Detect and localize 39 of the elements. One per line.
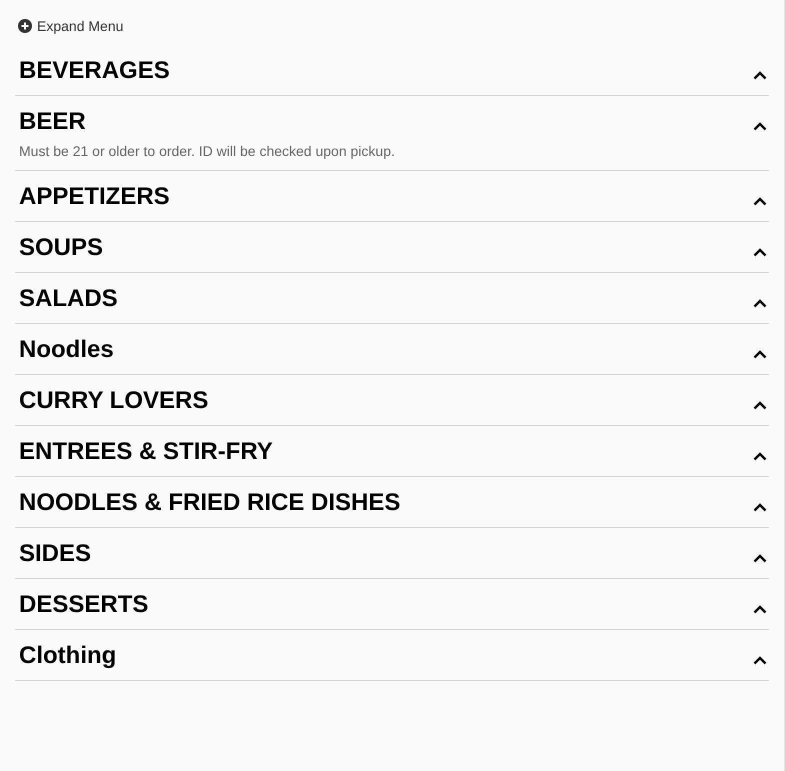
category-header[interactable]: BEER xyxy=(15,108,769,136)
chevron-up-icon xyxy=(753,70,767,80)
category-header[interactable]: SALADS xyxy=(15,285,769,313)
category-header[interactable]: ENTREES & STIR-FRY xyxy=(15,438,769,466)
chevron-up-icon xyxy=(753,452,767,460)
category-header[interactable]: Noodles xyxy=(15,336,769,364)
chevron-up-icon xyxy=(753,350,767,358)
category-title: Clothing xyxy=(19,642,116,670)
category-title: Noodles xyxy=(19,336,114,364)
category-header[interactable]: DESSERTS xyxy=(15,591,769,619)
category-title: APPETIZERS xyxy=(19,183,170,211)
chevron-up-icon xyxy=(753,604,767,614)
chevron-up-icon xyxy=(753,554,767,562)
category-title: SOUPS xyxy=(19,234,104,262)
category-header[interactable]: SIDES xyxy=(15,540,769,568)
plus-circle-icon xyxy=(18,19,32,33)
category-title: BEVERAGES xyxy=(19,57,170,85)
category-title: BEER xyxy=(19,108,86,136)
category-header[interactable]: Clothing xyxy=(15,642,769,670)
chevron-up-icon xyxy=(753,248,767,256)
chevron-up-icon xyxy=(753,502,767,512)
category-title: NOODLES & FRIED RICE DISHES xyxy=(19,489,400,517)
category-title: SIDES xyxy=(19,540,92,568)
category-header[interactable]: SOUPS xyxy=(15,234,769,262)
category-title: DESSERTS xyxy=(19,591,148,619)
chevron-up-icon xyxy=(753,400,767,410)
chevron-up-icon xyxy=(753,122,767,130)
category-note: Must be 21 or older to order. ID will be checked upon pickup. xyxy=(18,142,396,160)
category-header[interactable]: APPETIZERS xyxy=(15,183,769,211)
category-header[interactable]: NOODLES & FRIED RICE DISHES xyxy=(15,489,769,517)
category-title: ENTREES & STIR-FRY xyxy=(19,438,273,466)
category-header[interactable]: CURRY LOVERS xyxy=(15,387,769,415)
category-header[interactable]: BEVERAGES xyxy=(15,57,769,85)
category-title: SALADS xyxy=(19,285,118,313)
chevron-up-icon xyxy=(753,196,767,206)
chevron-up-icon xyxy=(753,298,767,308)
expand-menu-button[interactable]: Expand Menu xyxy=(18,16,124,36)
chevron-up-icon xyxy=(753,656,767,664)
category-title: CURRY LOVERS xyxy=(19,387,208,415)
